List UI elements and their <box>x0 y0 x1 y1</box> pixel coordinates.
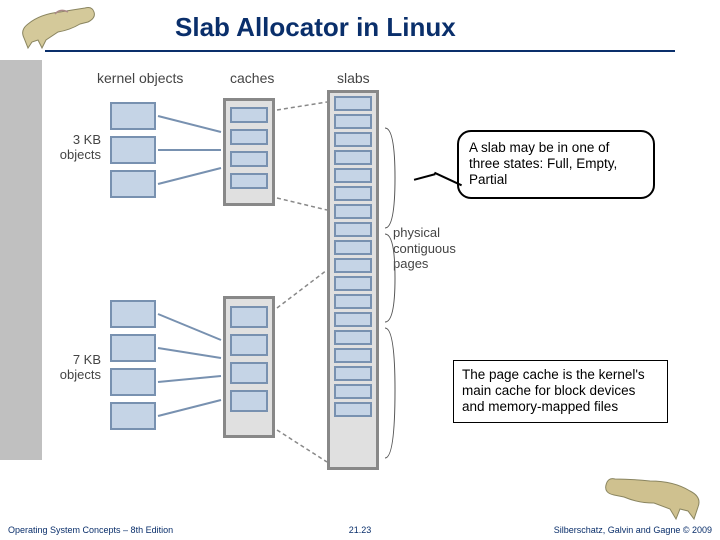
cache-cell <box>230 151 268 167</box>
slab-cell <box>334 294 372 309</box>
slab-cell <box>334 168 372 183</box>
kernel-object-box <box>110 402 156 430</box>
slab-cell <box>334 258 372 273</box>
kernel-object-box <box>110 334 156 362</box>
row1-size: 3 KB <box>53 132 101 147</box>
cache-cell <box>230 334 268 356</box>
slab-column <box>327 90 379 470</box>
col-header-slabs: slabs <box>337 70 370 86</box>
footer-left: Operating System Concepts – 8th Edition <box>8 525 173 535</box>
slab-cell <box>334 96 372 111</box>
row1-name: objects <box>53 147 101 162</box>
footer: Operating System Concepts – 8th Edition … <box>0 520 720 540</box>
slab-cell <box>334 186 372 201</box>
slab-cell <box>334 150 372 165</box>
kernel-object-box <box>110 300 156 328</box>
page-title: Slab Allocator in Linux <box>175 12 456 43</box>
slide: Slab Allocator in Linux kernel objects c… <box>0 0 720 540</box>
title-divider <box>45 50 675 52</box>
cache-cell <box>230 362 268 384</box>
slab-diagram: kernel objects caches slabs 3 KB objects… <box>55 70 665 470</box>
row2-size: 7 KB <box>53 352 101 367</box>
dinosaur-icon <box>600 467 710 522</box>
slab-cell <box>334 330 372 345</box>
left-sidebar <box>0 60 42 460</box>
slab-cell <box>334 204 372 219</box>
slab-cell <box>334 276 372 291</box>
cache-cell <box>230 129 268 145</box>
title-area: Slab Allocator in Linux <box>0 0 720 60</box>
footer-center: 21.23 <box>349 525 372 535</box>
dinosaur-icon <box>10 0 100 50</box>
slab-cell <box>334 114 372 129</box>
kernel-object-box <box>110 368 156 396</box>
slab-cell <box>334 402 372 417</box>
slab-cell <box>334 222 372 237</box>
kernel-object-box <box>110 136 156 164</box>
cache-box <box>223 98 275 206</box>
callout-states: A slab may be in one of three states: Fu… <box>457 130 655 199</box>
pages-label: physical contiguous pages <box>393 225 456 272</box>
row2-name: objects <box>53 367 101 382</box>
col-header-kernel: kernel objects <box>97 70 183 86</box>
kernel-object-box <box>110 170 156 198</box>
kernel-object-box <box>110 102 156 130</box>
slab-cell <box>334 348 372 363</box>
callout-page-cache: The page cache is the kernel's main cach… <box>453 360 668 423</box>
slab-cell <box>334 240 372 255</box>
slab-cell <box>334 366 372 381</box>
slab-cell <box>334 312 372 327</box>
cache-cell <box>230 173 268 189</box>
cache-cell <box>230 306 268 328</box>
cache-cell <box>230 107 268 123</box>
slab-cell <box>334 132 372 147</box>
cache-box <box>223 296 275 438</box>
slab-cell <box>334 384 372 399</box>
col-header-caches: caches <box>230 70 274 86</box>
cache-cell <box>230 390 268 412</box>
footer-right: Silberschatz, Galvin and Gagne © 2009 <box>554 525 712 535</box>
